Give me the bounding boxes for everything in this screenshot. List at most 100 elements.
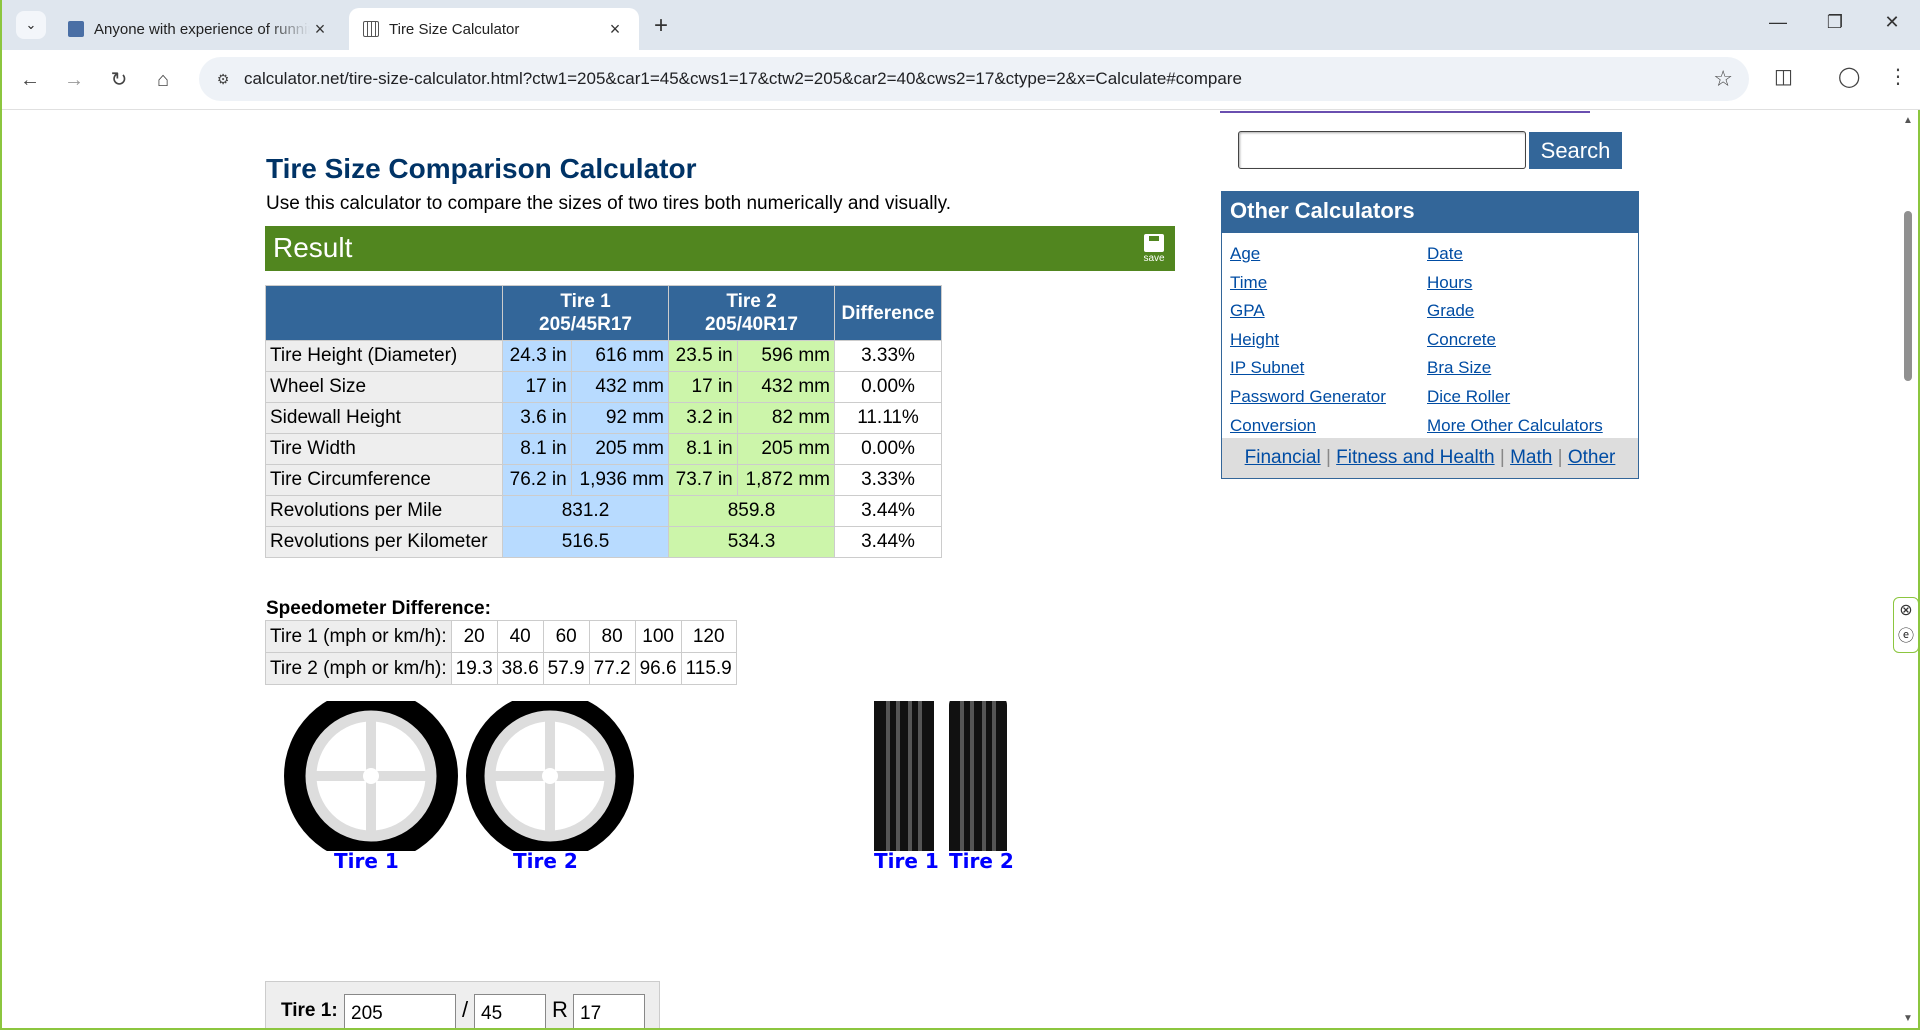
link-grade[interactable]: Grade [1427, 297, 1603, 326]
other-calculators-title: Other Calculators [1222, 192, 1638, 233]
header-tire1-size: 205/45R17 [539, 314, 632, 335]
speedometer-title: Speedometer Difference: [266, 598, 491, 619]
tab-tire-size-calculator[interactable]: Tire Size Calculator × [349, 8, 639, 50]
link-math[interactable]: Math [1510, 447, 1552, 468]
header-tire2-title: Tire 2 [726, 291, 777, 312]
header-divider [1220, 111, 1590, 113]
link-date[interactable]: Date [1427, 240, 1603, 269]
close-tab-icon[interactable]: × [605, 19, 625, 40]
extensions-icon[interactable]: ◫ [1774, 64, 1793, 89]
link-conversion[interactable]: Conversion [1230, 412, 1386, 441]
tire2-mm: 205 mm [736, 433, 836, 465]
header-tire2: Tire 2 205/40R17 [668, 285, 835, 341]
link-age[interactable]: Age [1230, 240, 1386, 269]
speed-cell: 77.2 [588, 652, 636, 685]
tire1-form-label: Tire 1: [281, 1000, 338, 1021]
profile-icon[interactable]: ◯ [1838, 64, 1860, 89]
result-header: Result save [265, 226, 1175, 271]
table-header-row: Tire 1 205/45R17 Tire 2 205/40R17 Differ… [265, 285, 942, 341]
tire1-aspect-input[interactable] [474, 994, 546, 1028]
tire2-in: 17 in [668, 371, 738, 403]
speed-cell: 96.6 [634, 652, 682, 685]
reload-icon[interactable]: ↻ [105, 66, 133, 94]
page-intro: Use this calculator to compare the sizes… [266, 193, 952, 214]
link-other[interactable]: Other [1568, 447, 1616, 468]
tab-search-button[interactable]: ⌄ [16, 11, 46, 39]
close-tab-icon[interactable]: × [310, 19, 330, 40]
tire1-in: 3.6 in [502, 402, 572, 434]
link-concrete[interactable]: Concrete [1427, 326, 1603, 355]
link-bra-size[interactable]: Bra Size [1427, 354, 1603, 383]
link-ip-subnet[interactable]: IP Subnet [1230, 354, 1386, 383]
minimize-icon[interactable]: — [1768, 12, 1788, 33]
tire1-value: 516.5 [502, 526, 669, 558]
link-hours[interactable]: Hours [1427, 269, 1603, 298]
scroll-up-icon[interactable]: ▲ [1903, 115, 1913, 126]
extension-e-icon[interactable]: ⓔ [1894, 624, 1918, 650]
scrollbar-thumb[interactable] [1904, 211, 1912, 381]
back-icon[interactable]: ← [16, 66, 44, 94]
speed-cell: 38.6 [496, 652, 544, 685]
forward-icon[interactable]: → [60, 66, 88, 94]
tire2-in: 3.2 in [668, 402, 738, 434]
search-button[interactable]: Search [1529, 132, 1622, 169]
close-circle-icon[interactable]: ⊗ [1894, 598, 1918, 624]
restore-icon[interactable]: ❐ [1825, 12, 1845, 33]
browser-window: ⌄ Anyone with experience of running × Ti… [0, 0, 1920, 1030]
page-title: Tire Size Comparison Calculator [266, 153, 697, 184]
table-row: Tire Height (Diameter) 24.3 in 616 mm 23… [265, 340, 942, 372]
link-financial[interactable]: Financial [1245, 447, 1321, 468]
close-window-icon[interactable]: ✕ [1882, 12, 1902, 33]
difference: 0.00% [834, 371, 942, 403]
header-tire1-title: Tire 1 [560, 291, 611, 312]
url-text[interactable]: calculator.net/tire-size-calculator.html… [244, 69, 1242, 89]
tire1-in: 8.1 in [502, 433, 572, 465]
bookmark-star-icon[interactable]: ☆ [1713, 66, 1733, 92]
table-row: Tire 2 (mph or km/h): 19.3 38.6 57.9 77.… [265, 652, 737, 685]
link-height[interactable]: Height [1230, 326, 1386, 355]
browser-toolbar: ← → ↻ ⌂ ⚙ calculator.net/tire-size-calcu… [2, 50, 1920, 110]
speedometer-table: Tire 1 (mph or km/h): 20 40 60 80 100 12… [265, 620, 737, 685]
tire1-width-input[interactable] [344, 994, 456, 1028]
link-time[interactable]: Time [1230, 269, 1386, 298]
tire1-front-label: Tire 1 [874, 849, 939, 873]
header-tire1: Tire 1 205/45R17 [502, 285, 669, 341]
link-gpa[interactable]: GPA [1230, 297, 1386, 326]
r-separator: R [552, 997, 568, 1022]
tire1-in: 24.3 in [502, 340, 572, 372]
speed-cell: 100 [634, 620, 682, 653]
side-extension-widget: ⊗ ⓔ [1893, 597, 1919, 653]
tire1-in: 76.2 in [502, 464, 572, 496]
link-dice-roller[interactable]: Dice Roller [1427, 383, 1603, 412]
home-icon[interactable]: ⌂ [149, 66, 177, 94]
link-fitness-and-health[interactable]: Fitness and Health [1336, 447, 1494, 468]
search-input[interactable] [1238, 131, 1526, 169]
save-button[interactable]: save [1141, 234, 1167, 264]
speed-cell: 57.9 [542, 652, 590, 685]
link-password-generator[interactable]: Password Generator [1230, 383, 1386, 412]
tire-drawing [284, 689, 1007, 863]
menu-kebab-icon[interactable]: ⋮ [1888, 64, 1908, 89]
row-label: Revolutions per Mile [265, 495, 503, 527]
tab-reddit[interactable]: Anyone with experience of running × [54, 8, 344, 50]
tire1-mm: 92 mm [570, 402, 670, 434]
result-title: Result [273, 232, 353, 263]
difference: 3.44% [834, 526, 942, 558]
site-info-icon[interactable]: ⚙ [213, 69, 233, 89]
tire2-in: 23.5 in [668, 340, 738, 372]
tire1-side-view [284, 689, 458, 863]
table-row: Revolutions per Kilometer 516.5 534.3 3.… [265, 526, 942, 558]
tab-title: Tire Size Calculator [389, 20, 520, 38]
link-more-other-calculators[interactable]: More Other Calculators [1427, 412, 1603, 441]
page-content: Tire Size Comparison Calculator Use this… [2, 111, 1902, 1028]
tire2-in: 8.1 in [668, 433, 738, 465]
tire1-rim-input[interactable] [573, 994, 645, 1028]
save-label: save [1143, 253, 1165, 264]
address-bar[interactable]: ⚙ calculator.net/tire-size-calculator.ht… [199, 57, 1749, 101]
new-tab-button[interactable]: + [654, 12, 668, 40]
page-scrollbar[interactable]: ▲ ▼ [1900, 111, 1916, 1028]
other-calculators-panel: Other Calculators Age Time GPA Height IP… [1221, 191, 1639, 479]
tire1-mm: 205 mm [570, 433, 670, 465]
scroll-down-icon[interactable]: ▼ [1903, 1013, 1913, 1024]
result-table: Tire 1 205/45R17 Tire 2 205/40R17 Differ… [265, 285, 942, 558]
